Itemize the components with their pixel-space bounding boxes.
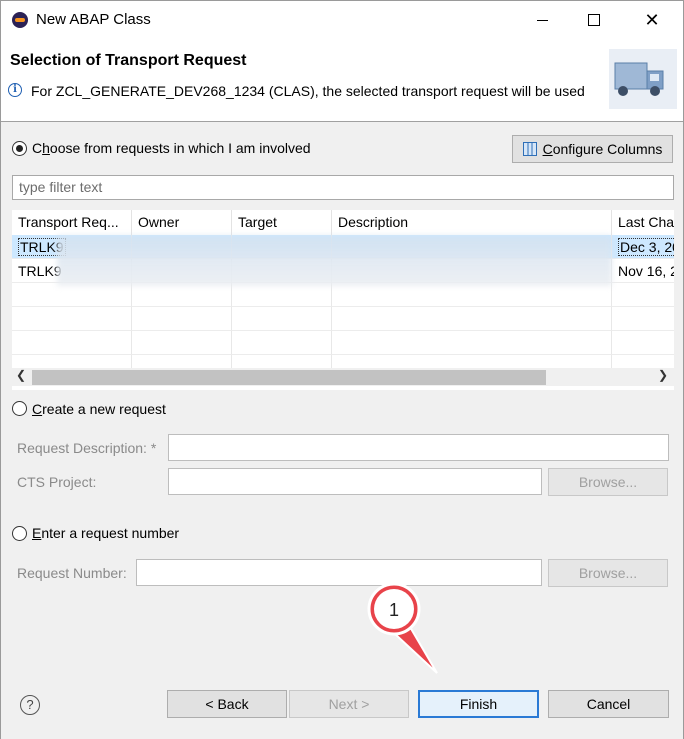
request-number-label: Request Number: — [17, 565, 127, 581]
scroll-right-icon[interactable]: ❯ — [658, 368, 668, 382]
cts-browse-button: Browse... — [548, 468, 668, 496]
table-header: Transport Req... Owner Target Descriptio… — [12, 210, 674, 235]
table-row-empty — [12, 283, 674, 307]
help-icon[interactable]: ? — [20, 695, 40, 715]
step-callout: 1 — [367, 581, 438, 674]
choose-requests-radio[interactable] — [12, 141, 27, 156]
minimize-button[interactable] — [519, 1, 565, 39]
request-description-field — [168, 434, 669, 461]
request-description-label: Request Description: * — [17, 440, 157, 456]
column-header-owner[interactable]: Owner — [132, 210, 232, 235]
transport-truck-icon — [609, 49, 677, 109]
last-changed-cell: Nov 16, 2 — [612, 259, 674, 283]
request-number-browse-button: Browse... — [548, 559, 668, 587]
window-title: New ABAP Class — [36, 11, 151, 28]
create-request-label[interactable]: Create a new request — [32, 401, 166, 417]
filter-input[interactable]: type filter text — [12, 175, 674, 200]
cts-project-field — [168, 468, 542, 495]
close-button[interactable]: ✕ — [629, 1, 675, 39]
choose-requests-label[interactable]: Choose from requests in which I am invol… — [32, 140, 311, 156]
eclipse-icon — [12, 12, 28, 28]
columns-icon — [522, 142, 537, 156]
redacted-area — [57, 236, 612, 286]
back-button[interactable]: < Back — [167, 690, 287, 718]
cancel-button[interactable]: Cancel — [548, 690, 669, 718]
transport-request-table[interactable]: Transport Req... Owner Target Descriptio… — [12, 210, 674, 390]
info-icon: i — [8, 83, 22, 97]
column-header-last-changed[interactable]: Last Cha — [612, 210, 674, 235]
maximize-button[interactable] — [571, 1, 617, 39]
configure-columns-label: Configure Columns — [542, 141, 663, 157]
next-button: Next > — [289, 690, 409, 718]
title-bar[interactable]: New ABAP Class ✕ — [1, 1, 683, 39]
maximize-icon — [588, 14, 600, 26]
close-icon: ✕ — [644, 9, 660, 30]
column-header-transport-request[interactable]: Transport Req... — [12, 210, 132, 235]
header-message: For ZCL_GENERATE_DEV268_1234 (CLAS), the… — [31, 83, 585, 99]
enter-request-label[interactable]: Enter a request number — [32, 525, 179, 541]
configure-columns-button[interactable]: Configure Columns — [512, 135, 673, 163]
finish-button[interactable]: Finish — [418, 690, 539, 718]
new-abap-class-dialog: New ABAP Class ✕ Selection of Transport … — [0, 0, 684, 739]
scrollbar-thumb[interactable] — [32, 370, 546, 385]
table-row-empty — [12, 331, 674, 355]
request-number-field — [136, 559, 542, 586]
wizard-content: Choose from requests in which I am invol… — [1, 123, 683, 683]
column-header-description[interactable]: Description — [332, 210, 612, 235]
callout-arrow: 1 — [367, 582, 438, 674]
create-request-radio[interactable] — [12, 401, 27, 416]
callout-number: 1 — [389, 600, 399, 620]
horizontal-scrollbar[interactable]: ❮ ❯ — [12, 368, 674, 386]
cts-project-label: CTS Project: — [17, 474, 97, 490]
scroll-left-icon[interactable]: ❮ — [16, 368, 26, 382]
minimize-icon — [536, 19, 548, 21]
column-header-target[interactable]: Target — [232, 210, 332, 235]
page-title: Selection of Transport Request — [10, 52, 247, 69]
wizard-header: Selection of Transport Request i For ZCL… — [1, 39, 683, 122]
wizard-footer: ? < Back Next > Finish Cancel — [1, 683, 683, 739]
table-row-empty — [12, 307, 674, 331]
last-changed-cell: Dec 3, 20 — [612, 235, 674, 259]
enter-request-radio[interactable] — [12, 526, 27, 541]
